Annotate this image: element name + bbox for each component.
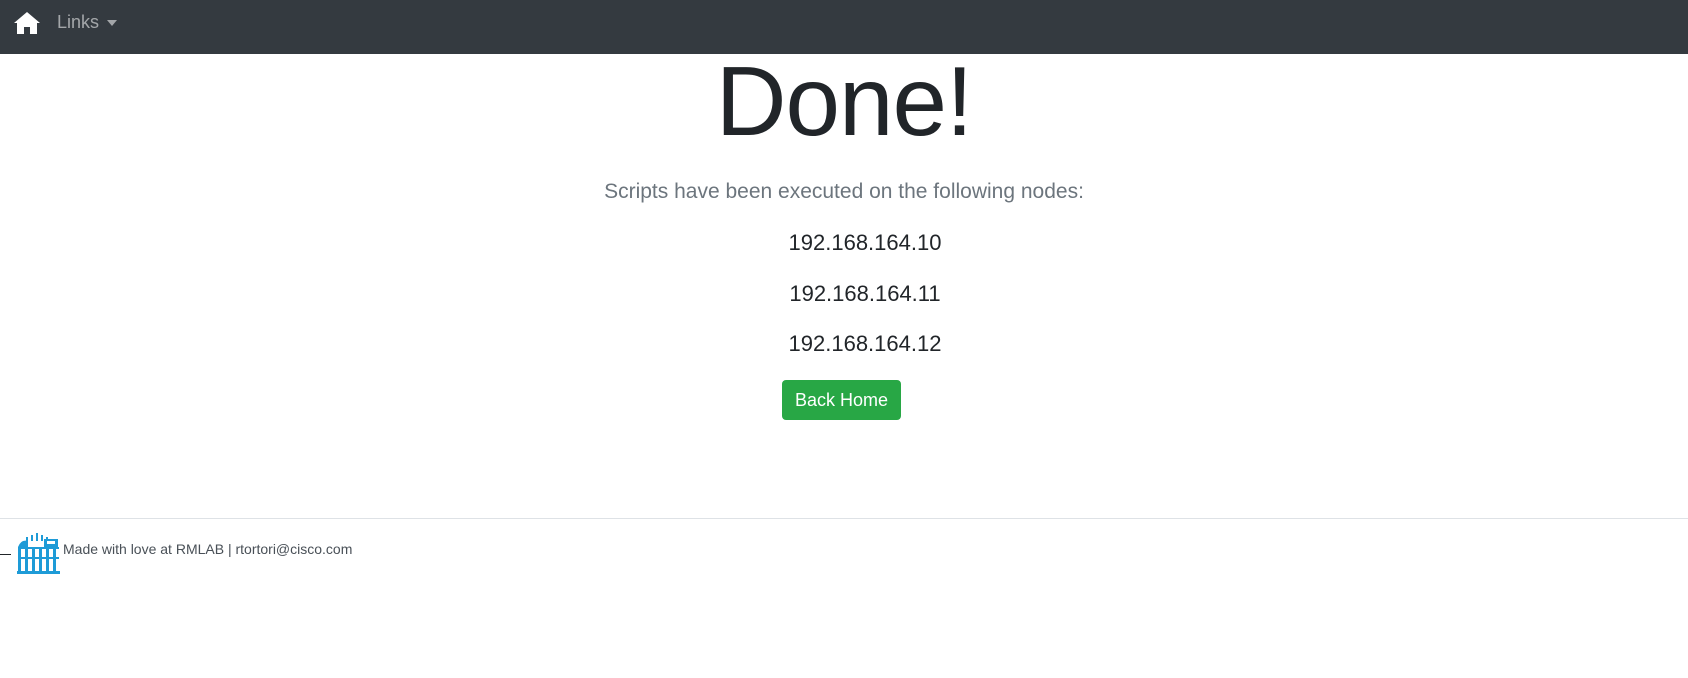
links-dropdown-toggle[interactable]: Links <box>57 12 118 33</box>
page-subtitle: Scripts have been executed on the follow… <box>604 180 1084 203</box>
footer-text: Made with love at RMLAB | rtortori@cisco… <box>63 541 353 557</box>
footer-dash <box>0 553 11 555</box>
home-icon[interactable] <box>13 10 41 36</box>
colosseum-logo-icon <box>17 533 60 574</box>
node-address: 192.168.164.10 <box>788 230 942 255</box>
page-title: Done! <box>715 46 974 156</box>
footer: Made with love at RMLAB | rtortori@cisco… <box>0 532 352 576</box>
footer-divider <box>0 518 1688 519</box>
node-address: 192.168.164.12 <box>788 331 942 356</box>
node-address: 192.168.164.11 <box>789 281 941 306</box>
caret-down-icon <box>107 19 118 26</box>
back-home-button[interactable]: Back Home <box>782 380 901 420</box>
links-dropdown-label: Links <box>57 12 100 32</box>
